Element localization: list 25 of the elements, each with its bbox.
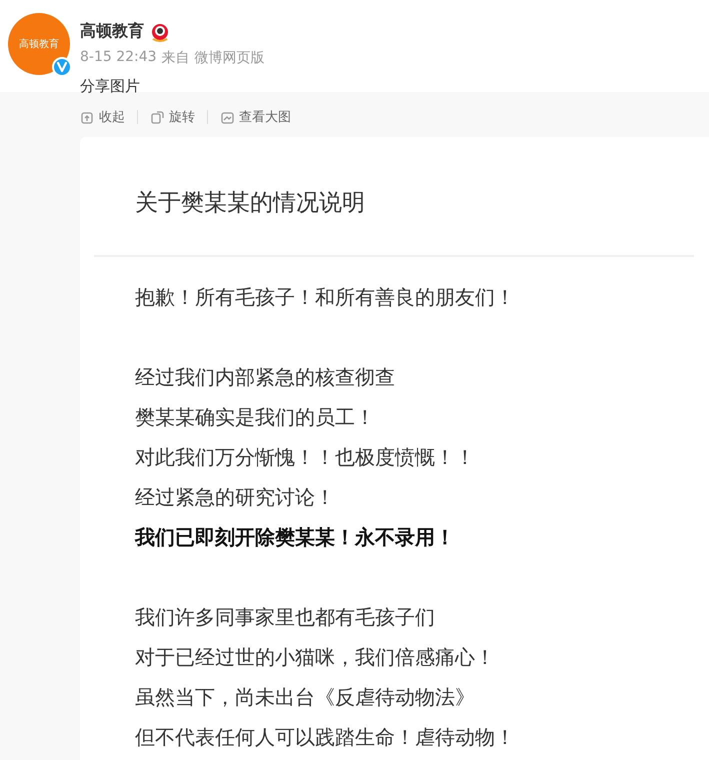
collapse-icon bbox=[80, 110, 95, 124]
text-line: 对于已经过世的小猫咪，我们倍感痛心！ bbox=[135, 644, 496, 671]
bold-text-line: 我们已即刻开除樊某某！永不录用！ bbox=[135, 524, 456, 551]
source-link[interactable]: 微博网页版 bbox=[194, 49, 265, 67]
post-text: 分享图片 bbox=[80, 77, 141, 96]
badge-icon bbox=[150, 22, 170, 42]
text-line: 对此我们万分惭愧！！也极度愤慨！！ bbox=[135, 444, 476, 471]
text-line: 经过我们内部紧急的核查彻查 bbox=[135, 364, 396, 391]
document-title: 关于樊某某的情况说明 bbox=[134, 189, 366, 218]
text-line: 但不代表任何人可以践踏生命！虐待动物！ bbox=[135, 724, 516, 751]
avatar[interactable]: 高顿教育 bbox=[8, 13, 70, 75]
rotate-icon bbox=[150, 110, 165, 124]
logo-text: 高顿教育 bbox=[19, 38, 59, 51]
text-line: 经过紧急的研究讨论！ bbox=[135, 484, 336, 511]
image-icon bbox=[220, 110, 235, 124]
author-name[interactable]: 高顿教育 bbox=[80, 21, 144, 42]
text-line: 抱歉！所有毛孩子！和所有善良的朋友们！ bbox=[135, 284, 516, 311]
post-time[interactable]: 8-15 22:43 bbox=[80, 49, 157, 67]
collapse-button[interactable]: 收起 bbox=[80, 108, 125, 126]
text-line: 虽然当下，尚未出台《反虐待动物法》 bbox=[135, 684, 476, 711]
text-line: 我们许多同事家里也都有毛孩子们 bbox=[135, 604, 436, 631]
rotate-button[interactable]: 旋转 bbox=[150, 108, 195, 126]
enlarge-button[interactable]: 查看大图 bbox=[220, 108, 291, 126]
source-label: 来自 bbox=[162, 49, 190, 67]
text-line: 樊某某确实是我们的员工！ bbox=[135, 404, 376, 431]
